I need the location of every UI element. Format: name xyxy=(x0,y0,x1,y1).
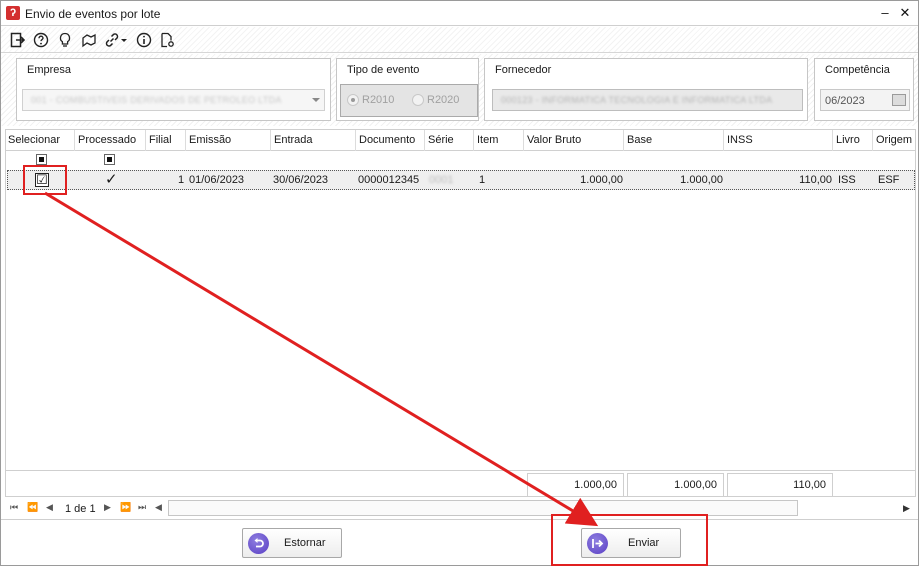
row-processed-check-icon: ✓ xyxy=(105,171,118,188)
col-origem[interactable]: Origem xyxy=(873,129,916,151)
prev-page-button[interactable]: ◀ xyxy=(46,502,53,513)
scroll-left-button[interactable]: ◀ xyxy=(155,502,162,513)
fornecedor-label: Fornecedor xyxy=(495,64,552,76)
cell-origem: ESF xyxy=(878,174,900,186)
radio-r2020-label: R2020 xyxy=(427,94,460,106)
page-indicator: 1 de 1 xyxy=(65,503,96,515)
chevron-down-icon[interactable] xyxy=(119,31,129,49)
action-bar: Estornar Enviar xyxy=(1,519,918,565)
fornecedor-field[interactable]: 000123 - INFORMATICA TECNOLOGIA E INFORM… xyxy=(492,89,803,111)
total-base: 1.000,00 xyxy=(627,473,724,497)
col-emissao[interactable]: Emissão xyxy=(186,129,271,151)
col-processado[interactable]: Processado xyxy=(75,129,146,151)
row-select-checkbox[interactable]: ☑ xyxy=(35,173,49,187)
lightbulb-icon[interactable] xyxy=(56,31,74,49)
col-item[interactable]: Item xyxy=(474,129,524,151)
cell-filial: 1 xyxy=(178,174,185,186)
info-icon[interactable] xyxy=(135,31,153,49)
tipo-evento-radio-group: R2010 R2020 xyxy=(340,84,478,117)
close-button[interactable]: ✕ xyxy=(897,5,913,21)
grid-navigator: ⏮ ⏪ ◀ 1 de 1 ▶ ⏩ ⏭ ◀ ▶ xyxy=(5,500,916,518)
competencia-group: Competência 06/2023 xyxy=(814,58,914,121)
horizontal-scrollbar[interactable] xyxy=(168,500,798,516)
col-valor-bruto[interactable]: Valor Bruto xyxy=(524,129,624,151)
cell-livro: ISS xyxy=(838,174,856,186)
col-filial[interactable]: Filial xyxy=(146,129,186,151)
settings-doc-icon[interactable] xyxy=(158,31,176,49)
radio-r2020[interactable] xyxy=(412,94,424,106)
title-bar: ʔ Envio de eventos por lote – ✕ xyxy=(1,1,918,26)
toolbar xyxy=(1,27,918,53)
table-row[interactable]: ☑ ✓ 1 01/06/2023 30/06/2023 0000012345 0… xyxy=(7,170,915,190)
scroll-right-button[interactable]: ▶ xyxy=(903,503,910,514)
minimize-button[interactable]: – xyxy=(877,5,893,21)
empresa-value: 001 - COMBUSTIVEIS DERIVADOS DE PETROLEO… xyxy=(31,95,282,105)
col-inss[interactable]: INSS xyxy=(724,129,833,151)
undo-icon xyxy=(248,533,269,554)
grid-header: Selecionar Processado Filial Emissão Ent… xyxy=(5,129,916,151)
tipo-evento-label: Tipo de evento xyxy=(347,64,420,76)
tipo-evento-group: Tipo de evento R2010 R2020 xyxy=(336,58,479,121)
col-serie[interactable]: Série xyxy=(425,129,474,151)
exit-icon[interactable] xyxy=(9,31,27,49)
total-inss: 110,00 xyxy=(727,473,833,497)
cell-emissao: 01/06/2023 xyxy=(189,174,245,186)
next-fast-button[interactable]: ⏩ xyxy=(120,502,131,513)
col-base[interactable]: Base xyxy=(624,129,724,151)
empresa-group: Empresa 001 - COMBUSTIVEIS DERIVADOS DE … xyxy=(16,58,331,121)
cell-valor-bruto: 1.000,00 xyxy=(580,174,623,186)
estornar-button[interactable]: Estornar xyxy=(242,528,342,558)
window-title: Envio de eventos por lote xyxy=(25,7,161,21)
processed-filter-checkbox[interactable] xyxy=(104,154,115,165)
enviar-button[interactable]: Enviar xyxy=(581,528,681,558)
fornecedor-group: Fornecedor 000123 - INFORMATICA TECNOLOG… xyxy=(484,58,808,121)
chevron-down-icon xyxy=(312,98,320,102)
col-livro[interactable]: Livro xyxy=(833,129,873,151)
empresa-label: Empresa xyxy=(27,64,72,76)
col-documento[interactable]: Documento xyxy=(356,129,425,151)
calendar-icon[interactable] xyxy=(892,94,906,106)
competencia-value: 06/2023 xyxy=(825,95,865,107)
select-all-checkbox[interactable] xyxy=(36,154,47,165)
radio-r2010[interactable] xyxy=(347,94,359,106)
col-entrada[interactable]: Entrada xyxy=(271,129,356,151)
cell-item: 1 xyxy=(479,174,486,186)
send-icon xyxy=(587,533,608,554)
enviar-label: Enviar xyxy=(628,537,660,549)
cell-entrada: 30/06/2023 xyxy=(273,174,329,186)
fornecedor-value: 000123 - INFORMATICA TECNOLOGIA E INFORM… xyxy=(501,95,773,105)
map-icon[interactable] xyxy=(80,31,98,49)
cell-base: 1.000,00 xyxy=(680,174,723,186)
cell-documento: 0000012345 xyxy=(358,174,420,186)
competencia-date-field[interactable]: 06/2023 xyxy=(820,89,910,111)
next-page-button[interactable]: ▶ xyxy=(104,502,111,513)
main-window: ʔ Envio de eventos por lote – ✕ Empresa … xyxy=(0,0,919,566)
empresa-combo[interactable]: 001 - COMBUSTIVEIS DERIVADOS DE PETROLEO… xyxy=(22,89,325,111)
last-page-button[interactable]: ⏭ xyxy=(138,502,146,513)
total-valor-bruto: 1.000,00 xyxy=(527,473,624,497)
competencia-label: Competência xyxy=(825,64,890,76)
col-selecionar[interactable]: Selecionar xyxy=(5,129,75,151)
totals-row: 1.000,00 1.000,00 110,00 xyxy=(5,470,916,497)
estornar-label: Estornar xyxy=(284,537,326,549)
help-icon[interactable] xyxy=(32,31,50,49)
prev-fast-button[interactable]: ⏪ xyxy=(27,502,38,513)
app-logo-icon: ʔ xyxy=(6,6,20,20)
radio-r2010-label: R2010 xyxy=(362,94,395,106)
grid-filter-row xyxy=(5,151,916,169)
cell-inss: 110,00 xyxy=(799,174,832,186)
first-page-button[interactable]: ⏮ xyxy=(10,502,18,513)
cell-serie: 0001 xyxy=(429,174,454,186)
